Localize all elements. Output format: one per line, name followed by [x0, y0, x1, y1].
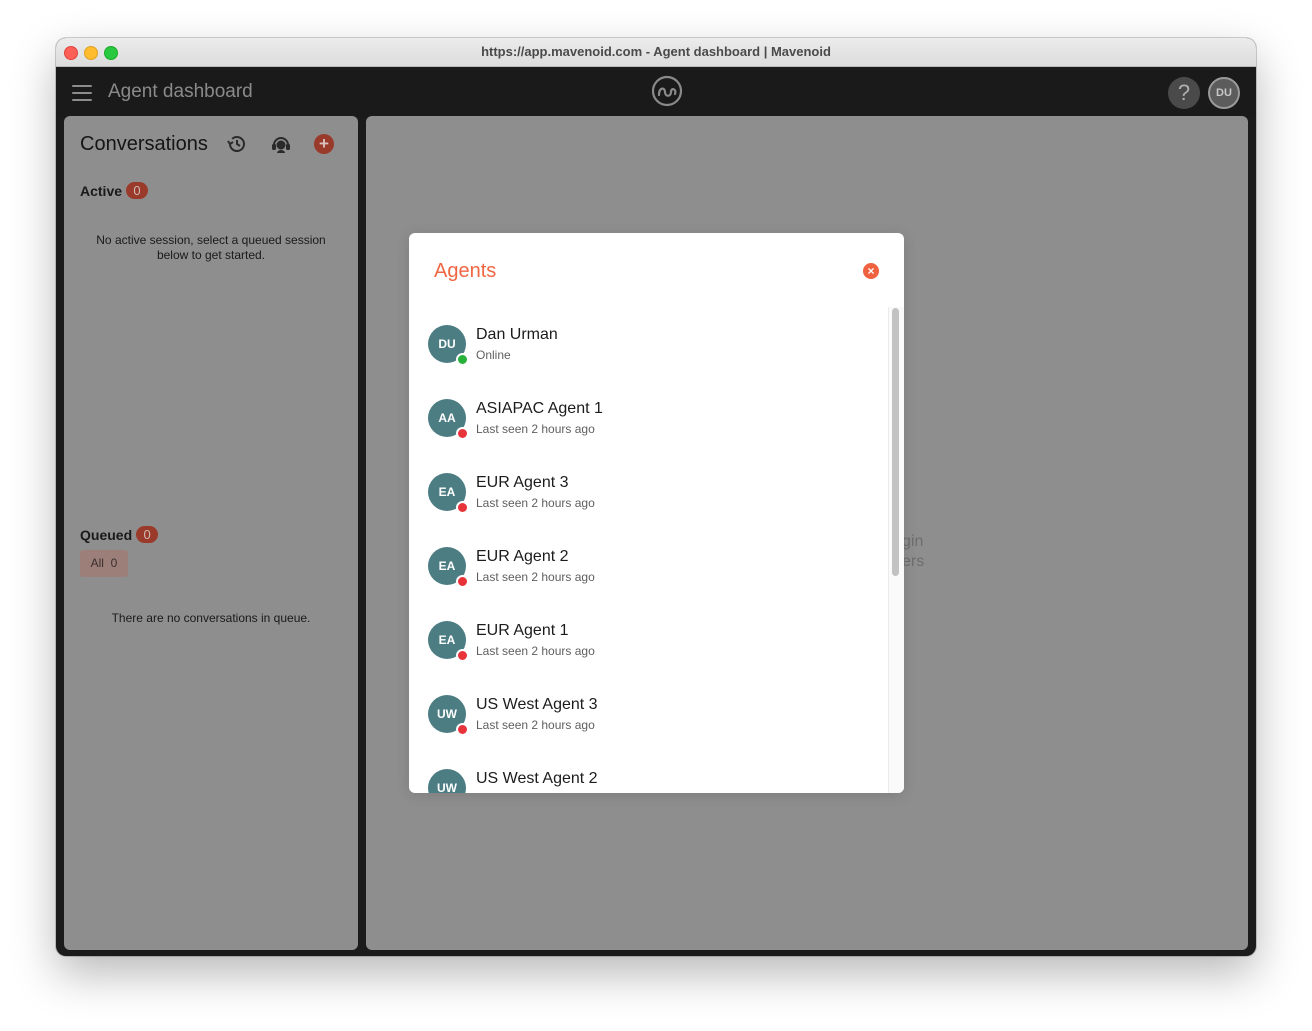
agent-status: Last seen 2 hours ago — [476, 644, 595, 658]
online-status-dot — [456, 353, 469, 366]
agent-name: Dan Urman — [476, 326, 558, 343]
main-placeholder-line1: gin — [902, 533, 924, 550]
user-avatar[interactable]: DU — [1208, 77, 1240, 109]
agent-name: US West Agent 2 — [476, 770, 598, 787]
agent-name: EUR Agent 2 — [476, 548, 569, 565]
queued-label: Queued — [80, 527, 133, 543]
conversations-title: Conversations — [80, 133, 208, 155]
offline-status-dot — [456, 427, 469, 440]
queue-empty-message: There are no conversations in queue. — [111, 611, 311, 625]
history-icon[interactable] — [225, 132, 249, 156]
offline-status-dot — [456, 723, 469, 736]
main-placeholder-line2: ers — [902, 553, 925, 570]
offline-status-dot — [456, 575, 469, 588]
app-header: Agent dashboard ? DU — [56, 67, 1256, 117]
filter-label: All — [90, 556, 104, 570]
agent-status: Online — [476, 348, 511, 362]
agent-list-item[interactable]: UW US West Agent 2 — [409, 751, 889, 793]
agent-list-item[interactable]: DU Dan Urman Online — [409, 307, 889, 381]
active-label: Active — [80, 183, 123, 199]
page-title: Agent dashboard — [108, 81, 253, 102]
queue-filter-all[interactable]: All 0 — [80, 550, 128, 577]
plus-icon: + — [319, 134, 329, 153]
window-title: https://app.mavenoid.com - Agent dashboa… — [481, 44, 831, 59]
agent-status: Last seen 2 hours ago — [476, 422, 595, 436]
help-button[interactable]: ? — [1168, 77, 1200, 109]
window-titlebar: https://app.mavenoid.com - Agent dashboa… — [56, 38, 1256, 67]
agent-name: EUR Agent 3 — [476, 474, 569, 491]
conversations-panel: Conversations + Active 0 No active sessio… — [64, 116, 358, 950]
modal-title: Agents — [434, 260, 497, 282]
agent-list-item[interactable]: EA EUR Agent 3 Last seen 2 hours ago — [409, 455, 889, 529]
offline-status-dot — [456, 649, 469, 662]
agent-status: Last seen 2 hours ago — [476, 570, 595, 584]
active-empty-message: No active session, select a queued sessi… — [96, 233, 326, 262]
new-conversation-button[interactable]: + — [314, 134, 334, 154]
mavenoid-logo-icon[interactable] — [650, 74, 684, 108]
queued-section-label: Queued 0 — [80, 526, 159, 543]
queued-count-badge: 0 — [136, 526, 159, 543]
agents-icon[interactable] — [269, 132, 293, 156]
offline-status-dot — [456, 501, 469, 514]
agent-name: US West Agent 3 — [476, 696, 598, 713]
agent-avatar: UW — [428, 769, 466, 793]
agents-modal: Agents × DU Dan Urman Online AA ASIAPAC Agen… — [409, 233, 904, 793]
active-count-badge: 0 — [126, 182, 149, 199]
agent-list-item[interactable]: EA EUR Agent 2 Last seen 2 hours ago — [409, 529, 889, 603]
agent-list-item[interactable]: AA ASIAPAC Agent 1 Last seen 2 hours ago — [409, 381, 889, 455]
agent-list-item[interactable]: UW US West Agent 3 Last seen 2 hours ago — [409, 677, 889, 751]
active-section-label: Active 0 — [80, 182, 149, 199]
menu-icon[interactable] — [72, 85, 92, 101]
close-icon[interactable]: × — [863, 263, 879, 279]
agent-name: EUR Agent 1 — [476, 622, 569, 639]
scrollbar-thumb[interactable] — [892, 308, 899, 576]
agent-list[interactable]: DU Dan Urman Online AA ASIAPAC Agent 1 Last s… — [409, 307, 889, 793]
agent-name: ASIAPAC Agent 1 — [476, 400, 603, 417]
agent-list-item[interactable]: EA EUR Agent 1 Last seen 2 hours ago — [409, 603, 889, 677]
browser-window: https://app.mavenoid.com - Agent dashboa… — [56, 38, 1256, 956]
agent-status: Last seen 2 hours ago — [476, 496, 595, 510]
agent-status: Last seen 2 hours ago — [476, 718, 595, 732]
filter-count: 0 — [110, 556, 118, 570]
